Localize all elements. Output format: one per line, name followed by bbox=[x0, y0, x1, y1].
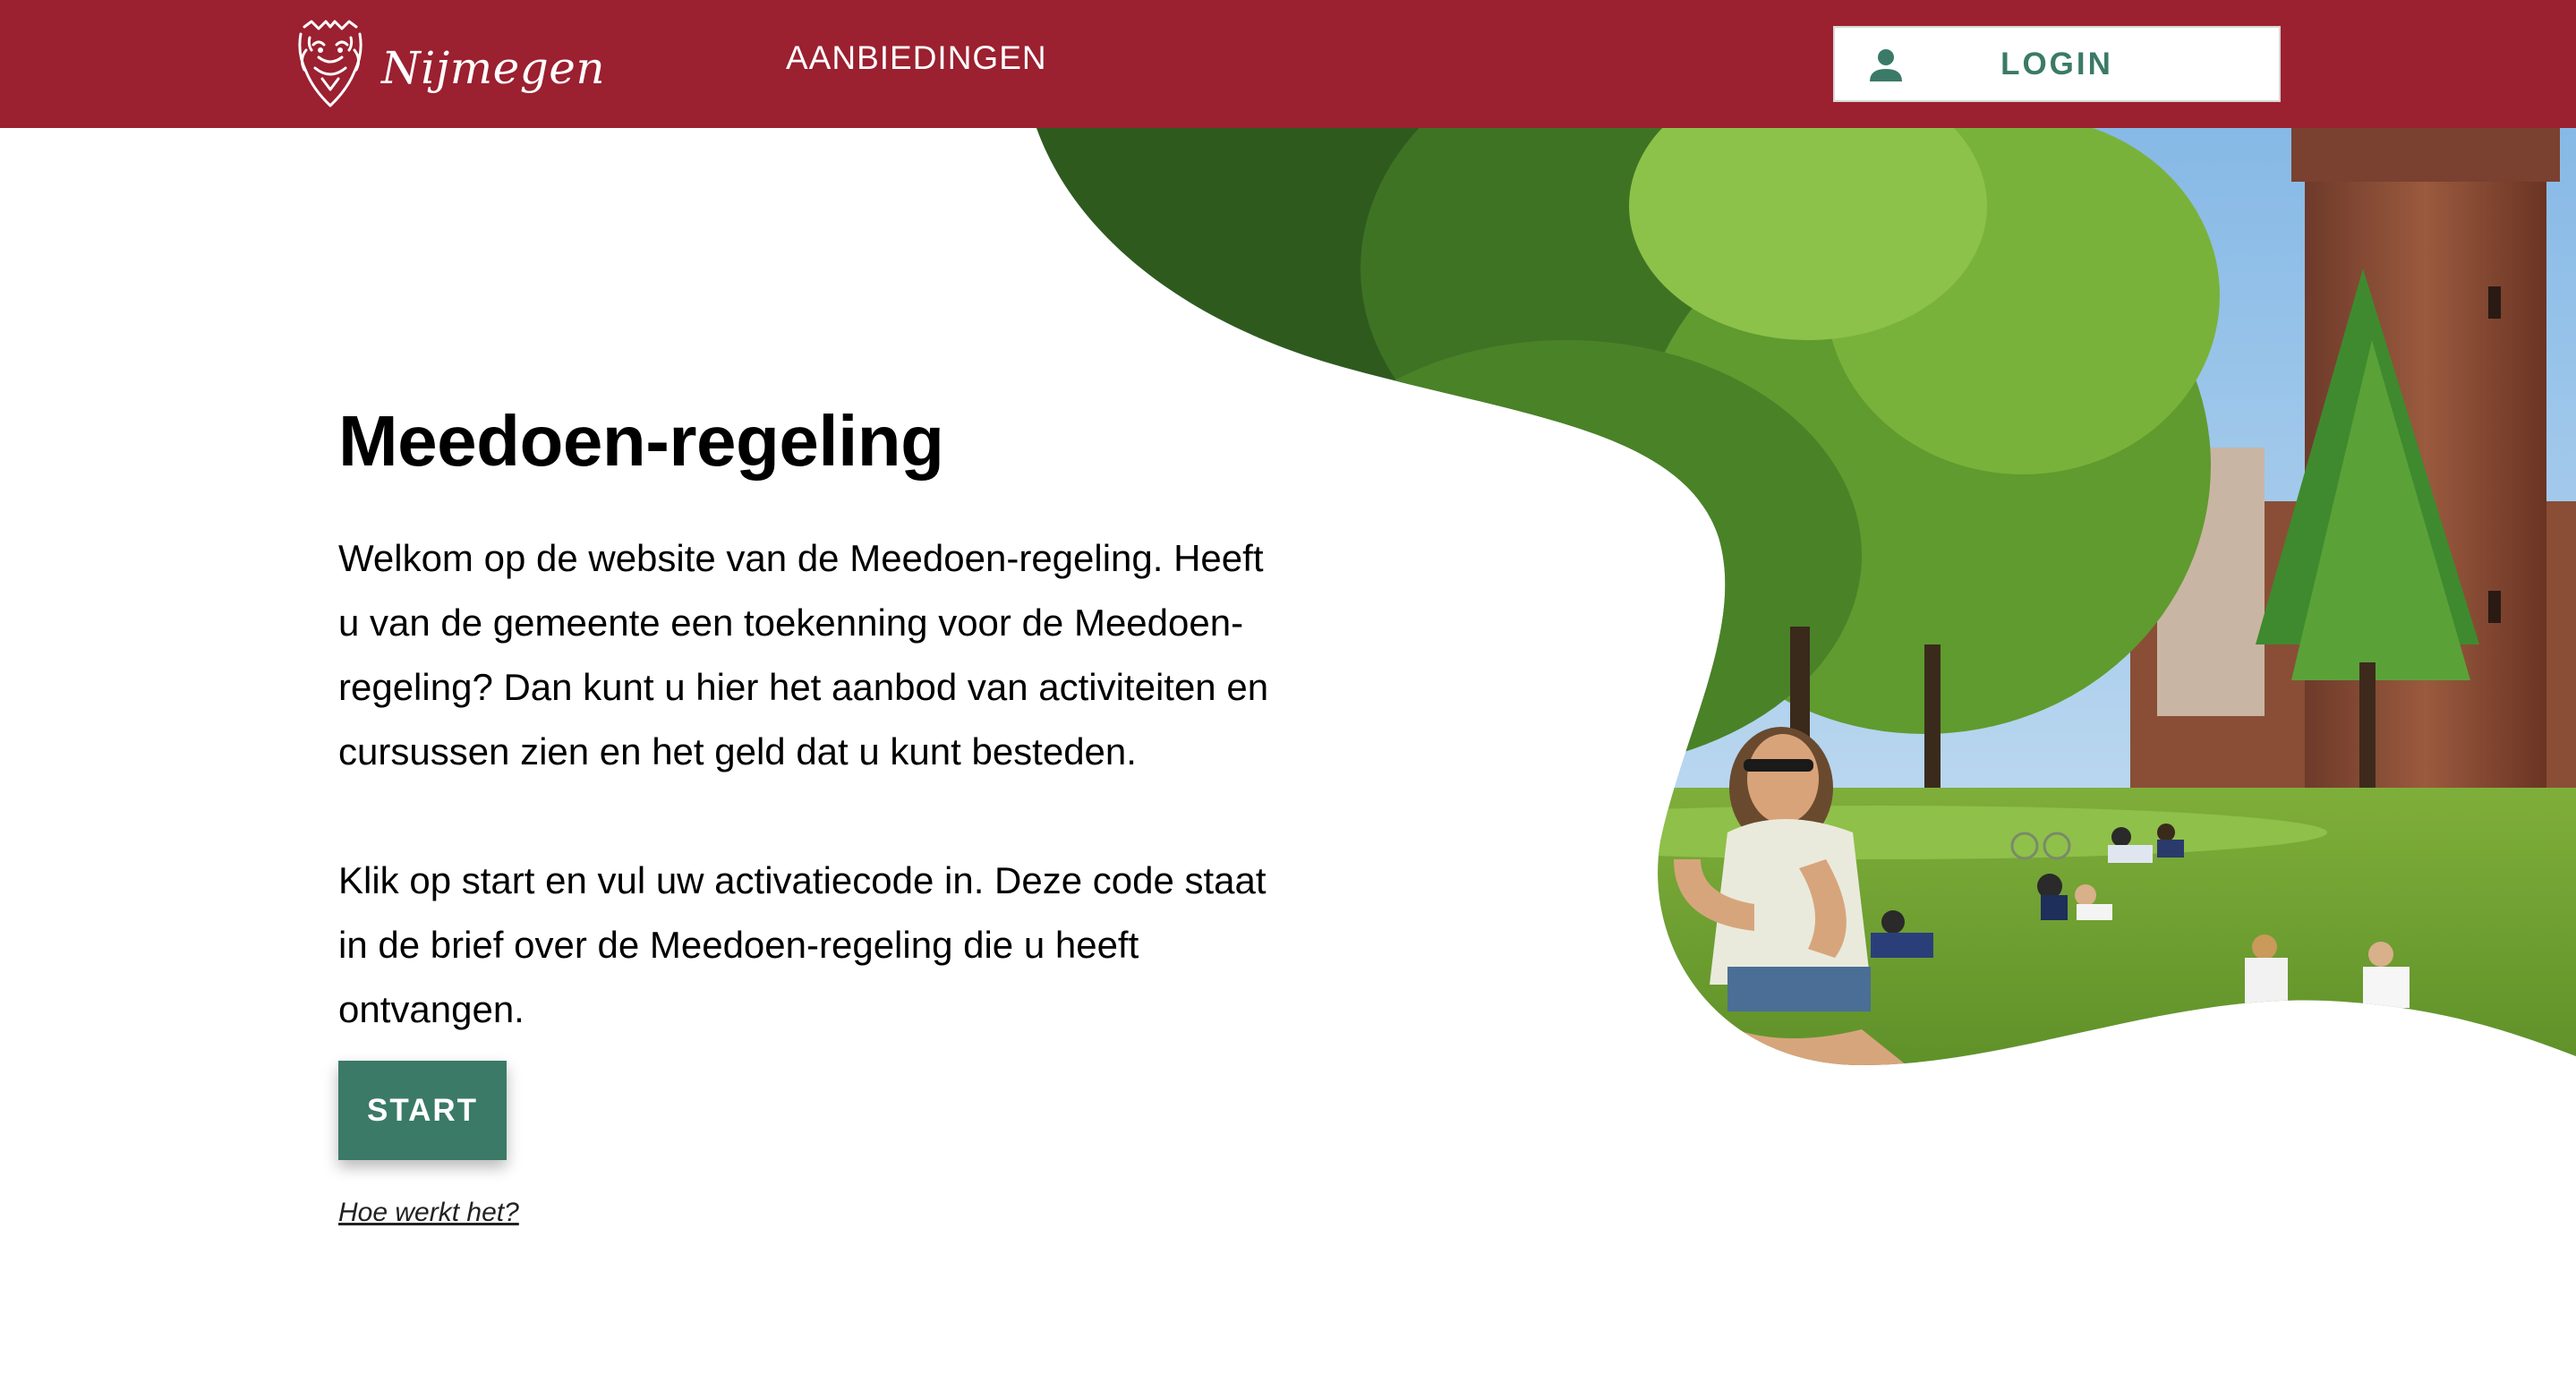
brand-home-link[interactable]: Nijmegen bbox=[292, 16, 605, 111]
person-icon bbox=[1870, 49, 1902, 81]
start-button[interactable]: START bbox=[338, 1061, 507, 1160]
nav-offers-link[interactable]: AANBIEDINGEN bbox=[786, 39, 1047, 77]
instructions-paragraph: Klik op start en vul uw activatiecode in… bbox=[338, 859, 1267, 1030]
main-content: Meedoen-regeling Welkom op de website va… bbox=[338, 392, 1305, 1042]
lion-crest-icon bbox=[298, 20, 363, 107]
site-header: Nijmegen AANBIEDINGEN LOGIN bbox=[0, 0, 2576, 128]
brand-name: Nijmegen bbox=[381, 42, 606, 94]
intro-paragraph: Welkom op de website van de Meedoen-rege… bbox=[338, 537, 1269, 772]
login-button[interactable]: LOGIN bbox=[1833, 26, 2281, 102]
how-it-works-link[interactable]: Hoe werkt het? bbox=[338, 1198, 519, 1228]
page-title: Meedoen-regeling bbox=[338, 401, 944, 481]
